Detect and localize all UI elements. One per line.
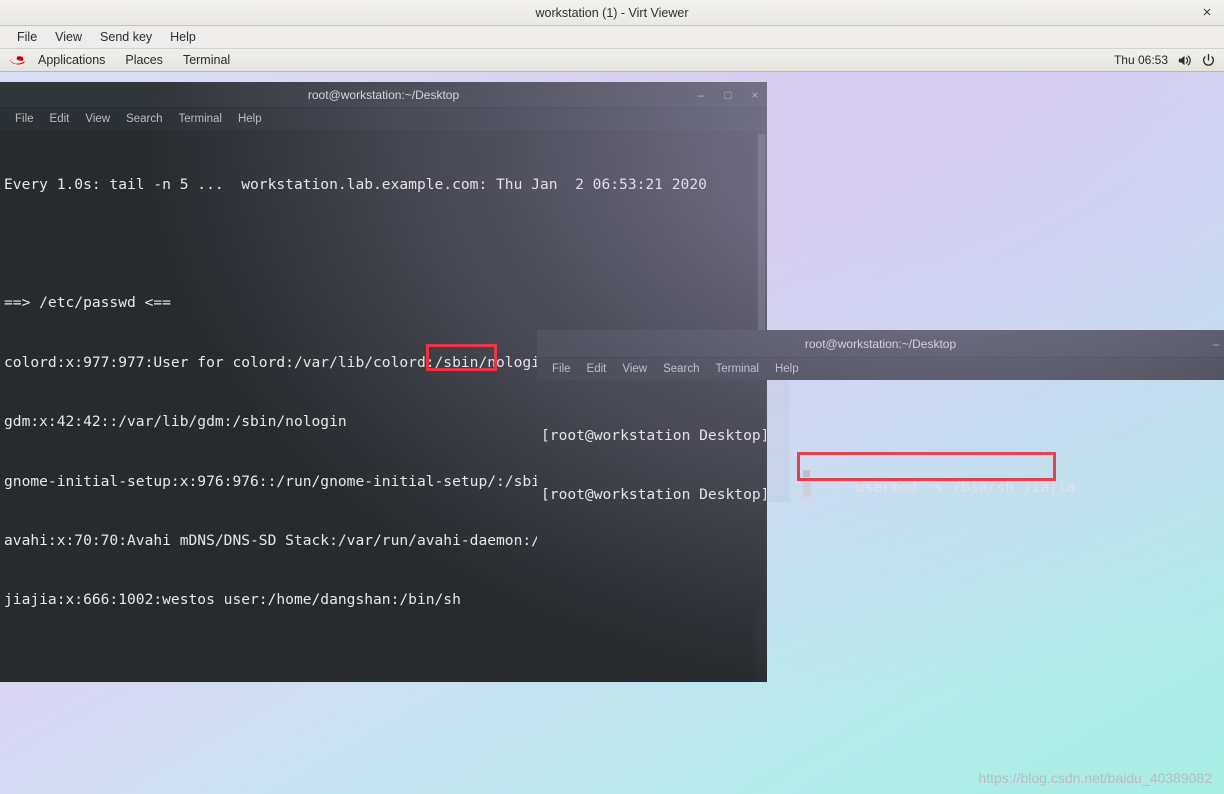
terminal2-menu-view[interactable]: View xyxy=(614,362,655,376)
terminal2-menu-help[interactable]: Help xyxy=(767,362,807,376)
menu-help[interactable]: Help xyxy=(161,28,205,46)
terminal-window-2[interactable]: root@workstation:~/Desktop – File Edit V… xyxy=(537,330,1224,610)
terminal2-prompt-line-2: [root@workstation Desktop]# xyxy=(541,485,766,505)
menu-view[interactable]: View xyxy=(46,28,91,46)
gnome-top-panel: Applications Places Terminal Thu 06:53 xyxy=(0,49,1224,72)
window-title: workstation (1) - Virt Viewer xyxy=(535,5,689,20)
minimize-icon[interactable]: – xyxy=(695,89,707,101)
terminal1-line xyxy=(4,234,767,254)
terminal1-title: root@workstation:~/Desktop xyxy=(307,87,460,102)
terminal2-prompt-2: [root@workstation Desktop]# xyxy=(541,485,766,503)
terminal2-menu-edit[interactable]: Edit xyxy=(579,362,615,376)
virt-viewer-titlebar: workstation (1) - Virt Viewer × xyxy=(0,0,1224,26)
terminal1-line: Every 1.0s: tail -n 5 ... workstation.la… xyxy=(4,175,707,193)
terminal1-line xyxy=(4,650,767,670)
terminal2-command-text: usermod -s /bin/sh jiajia xyxy=(803,458,1076,517)
terminal1-menu-search[interactable]: Search xyxy=(118,112,170,126)
menu-send-key[interactable]: Send key xyxy=(91,28,161,46)
terminal2-menu-search[interactable]: Search xyxy=(655,362,707,376)
panel-clock[interactable]: Thu 06:53 xyxy=(1114,53,1168,67)
panel-places-menu[interactable]: Places xyxy=(115,51,173,69)
terminal1-window-buttons: – □ × xyxy=(695,82,761,108)
terminal1-menu-view[interactable]: View xyxy=(77,112,118,126)
terminal1-menu-help[interactable]: Help xyxy=(230,112,270,126)
terminal2-prompt-1: [root@workstation Desktop]# xyxy=(541,426,766,444)
terminal2-cursor-ghost xyxy=(803,470,810,477)
close-icon[interactable]: × xyxy=(749,89,761,101)
terminal2-output[interactable]: [root@workstation Desktop]# [root@workst… xyxy=(537,380,766,610)
terminal2-window-buttons: – xyxy=(1210,330,1222,358)
terminal2-command: usermod -s /bin/sh jiajia xyxy=(855,478,1076,496)
menu-file[interactable]: File xyxy=(8,28,46,46)
close-icon[interactable]: × xyxy=(1199,5,1215,21)
terminal2-title: root@workstation:~/Desktop xyxy=(804,336,957,351)
panel-applications-menu[interactable]: Applications xyxy=(28,51,115,69)
terminal1-menu-terminal[interactable]: Terminal xyxy=(171,112,230,126)
virt-viewer-menubar: File View Send key Help xyxy=(0,26,1224,49)
terminal1-titlebar[interactable]: root@workstation:~/Desktop – □ × xyxy=(0,82,767,108)
panel-right-group: Thu 06:53 xyxy=(1114,53,1224,68)
terminal1-menu-edit[interactable]: Edit xyxy=(42,112,78,126)
volume-icon[interactable] xyxy=(1177,53,1192,68)
terminal1-menubar: File Edit View Search Terminal Help xyxy=(0,108,767,130)
terminal2-titlebar[interactable]: root@workstation:~/Desktop – xyxy=(537,330,1224,358)
redhat-logo-icon xyxy=(10,53,28,67)
terminal1-line: ==> /etc/passwd <== xyxy=(4,294,171,312)
terminal2-menu-terminal[interactable]: Terminal xyxy=(708,362,767,376)
terminal2-prompt-line-1: [root@workstation Desktop]# xyxy=(541,426,766,446)
panel-current-app[interactable]: Terminal xyxy=(173,51,240,69)
maximize-icon[interactable]: □ xyxy=(722,89,734,101)
terminal2-menu-file[interactable]: File xyxy=(544,362,579,376)
terminal2-cursor xyxy=(803,482,811,497)
terminal1-menu-file[interactable]: File xyxy=(7,112,42,126)
panel-left-group: Applications Places Terminal xyxy=(0,51,240,69)
power-icon[interactable] xyxy=(1201,53,1216,68)
terminal2-menubar: File Edit View Search Terminal Help xyxy=(537,358,1224,380)
desktop-wallpaper: root@workstation:~/Desktop – □ × File Ed… xyxy=(0,72,1224,794)
minimize-icon[interactable]: – xyxy=(1210,338,1222,350)
